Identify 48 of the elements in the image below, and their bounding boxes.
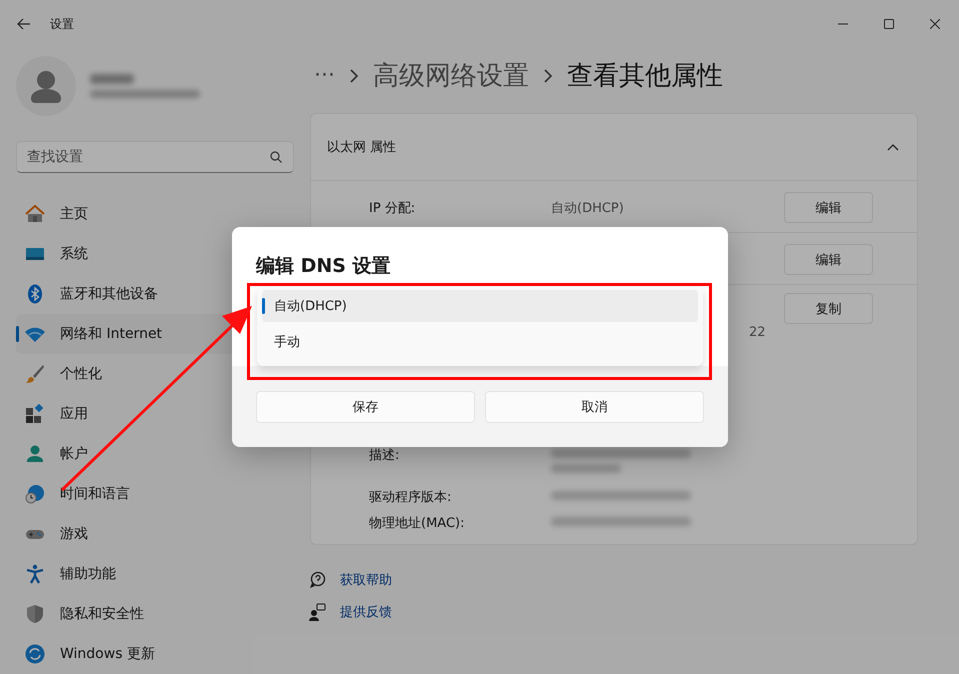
property-label: 描述: (369, 448, 400, 463)
dropdown-option[interactable]: 自动(DHCP) (262, 290, 698, 322)
dialog-button[interactable]: 保存 (256, 391, 475, 423)
nav-item[interactable]: 辅助功能 (16, 554, 311, 594)
nav-item[interactable]: Windows 更新 (16, 634, 311, 674)
help-link[interactable]: 获取帮助 (340, 571, 392, 589)
row-button[interactable]: 编辑 (784, 192, 873, 223)
help-link[interactable]: 提供反馈 (340, 603, 392, 621)
shield-icon (25, 604, 45, 624)
window-title: 设置 (50, 16, 74, 32)
dialog-title: 编辑 DNS 设置 (256, 255, 391, 277)
apps-icon (25, 404, 45, 424)
breadcrumb-link[interactable]: 高级网络设置 (372, 58, 529, 93)
property-label: IP 分配: (369, 201, 416, 216)
back-icon[interactable] (17, 18, 31, 30)
page-title: 查看其他属性 (566, 60, 723, 93)
search-field[interactable]: 查找设置 (16, 141, 294, 173)
breadcrumb-overflow[interactable]: ··· (314, 63, 335, 88)
close-icon[interactable] (930, 19, 940, 29)
globe-clock-icon (25, 484, 45, 504)
house-icon (25, 204, 45, 224)
maximize-icon[interactable] (884, 19, 894, 29)
person-icon (25, 444, 45, 464)
chevron-right-icon (542, 68, 553, 84)
property-label: 驱动程序版本: (369, 490, 452, 505)
nav-item[interactable]: 游戏 (16, 514, 311, 554)
accessibility-icon (25, 564, 45, 584)
feedback-icon (308, 603, 326, 621)
row-button[interactable]: 编辑 (784, 244, 873, 275)
property-value: 22 (749, 325, 766, 340)
redacted-text (551, 464, 621, 473)
avatar-icon (16, 56, 76, 116)
card-title: 以太网 属性 (327, 139, 396, 156)
nav-item[interactable]: 帐户 (16, 434, 311, 474)
nav-item[interactable]: 隐私和安全性 (16, 594, 311, 634)
redacted-text (90, 74, 134, 84)
help-icon (308, 571, 326, 589)
chevron-right-icon (348, 68, 359, 84)
bluetooth-icon (25, 284, 45, 304)
property-label: 物理地址(MAC): (369, 516, 464, 531)
nav-item[interactable]: 主页 (16, 194, 311, 234)
dialog-button[interactable]: 取消 (485, 391, 704, 423)
row-button[interactable]: 复制 (784, 293, 873, 324)
update-icon (25, 644, 45, 664)
search-icon (270, 151, 282, 163)
property-value: 自动(DHCP) (551, 201, 624, 216)
brush-icon (25, 364, 45, 384)
chevron-icon[interactable] (887, 143, 899, 151)
